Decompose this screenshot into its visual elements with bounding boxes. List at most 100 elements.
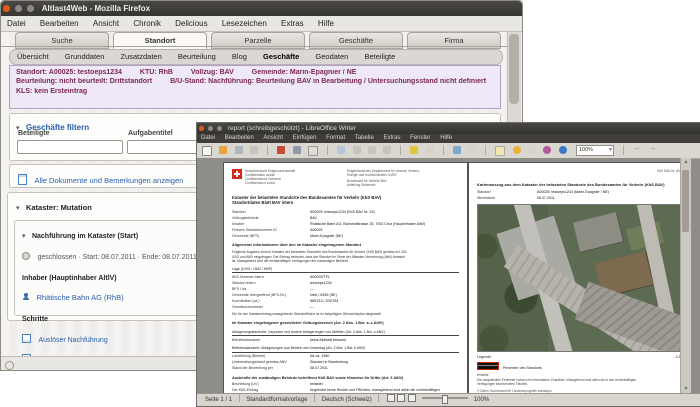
menu-tabelle[interactable]: Tabelle	[355, 135, 374, 141]
writer-titlebar[interactable]: report (schreibgeschützt) - LibreOffice …	[197, 123, 700, 134]
open-icon[interactable]	[219, 146, 228, 154]
zoom-slider-knob[interactable]	[442, 394, 449, 404]
nachfuehrung-header[interactable]: Nachführung im Kataster (Start)	[32, 233, 138, 240]
menu-datei[interactable]: Datei	[7, 19, 26, 28]
paragraph-style[interactable]: Standardformatvorlage	[246, 397, 307, 403]
toolbar-separator	[327, 145, 329, 155]
page-indicator[interactable]: Seite 1 / 1	[205, 397, 232, 403]
writer-scrollbar[interactable]: ▲ ▼	[680, 158, 691, 393]
menu-ansicht[interactable]: Ansicht	[263, 135, 283, 141]
all-documents-link[interactable]: Alle Dokumente und Bemerkungen anzeigen	[34, 176, 183, 185]
pdf-export-icon[interactable]	[277, 146, 286, 154]
scroll-up-icon[interactable]: ▲	[681, 159, 691, 165]
inhaber-link[interactable]: Rhätische Bahn AG (RhB)	[36, 293, 123, 302]
statusbar-separator	[238, 394, 240, 402]
menu-format[interactable]: Format	[326, 135, 345, 141]
print-preview-icon[interactable]	[308, 146, 319, 156]
subsection-title: Lage (LV03 / LN02 / KBP)	[232, 267, 459, 274]
cut-icon[interactable]	[352, 146, 361, 154]
menu-hilfe[interactable]: Hilfe	[318, 19, 334, 28]
zoom-icon[interactable]	[558, 146, 567, 154]
previous-page-icon[interactable]: ←	[634, 145, 641, 152]
single-page-view-icon[interactable]	[386, 394, 395, 402]
scrollbar-thumb[interactable]	[509, 34, 519, 104]
gallery-icon[interactable]	[527, 146, 536, 154]
maximize-icon[interactable]	[26, 5, 34, 12]
menu-extras[interactable]: Extras	[383, 135, 400, 141]
subsection-title: Ablagerungsstandorte: Deponien und ander…	[232, 330, 459, 337]
subtab-grunddaten[interactable]: Grunddaten	[65, 52, 105, 61]
spellcheck-icon[interactable]	[337, 146, 346, 154]
close-icon[interactable]	[2, 5, 10, 12]
menu-lesezeichen[interactable]: Lesezeichen	[222, 19, 267, 28]
zoom-slider[interactable]	[422, 394, 469, 404]
beteiligte-input[interactable]	[17, 140, 123, 154]
find-replace-icon[interactable]	[495, 146, 506, 156]
menu-ansicht[interactable]: Ansicht	[93, 19, 119, 28]
menu-chronik[interactable]: Chronik	[133, 19, 161, 28]
save-icon[interactable]	[234, 146, 243, 154]
menu-hilfe[interactable]: Hilfe	[440, 135, 452, 141]
draw-functions-icon[interactable]	[468, 146, 477, 154]
datasources-icon[interactable]	[543, 146, 552, 154]
minimize-icon[interactable]	[207, 126, 213, 131]
maximize-icon[interactable]	[217, 126, 223, 131]
menu-fenster[interactable]: Fenster	[410, 135, 430, 141]
subsection-title: Betriebsstandorte: Ablagerungen aus Betr…	[232, 346, 459, 353]
person-icon	[22, 293, 29, 301]
zoom-percent[interactable]: 100%	[474, 397, 489, 403]
subtab-zusatzdaten[interactable]: Zusatzdaten	[121, 52, 162, 61]
new-document-icon[interactable]	[202, 146, 212, 156]
table-row: Gemeinde übergreifend (BFS-Nr.) Nein / 64…	[232, 292, 337, 297]
language-indicator[interactable]: Deutsch (Schweiz)	[322, 397, 372, 403]
menu-delicious[interactable]: Delicious	[175, 19, 207, 28]
copy-icon[interactable]	[367, 146, 376, 154]
print-icon[interactable]	[292, 146, 301, 154]
minimize-icon[interactable]	[14, 5, 22, 12]
collapse-icon[interactable]: ▾	[16, 205, 20, 212]
next-page-icon[interactable]: →	[649, 145, 656, 152]
task-icon	[22, 333, 31, 343]
zoom-value: 100%	[578, 147, 593, 153]
collapse-icon[interactable]: ▾	[22, 233, 26, 240]
subtab-uebersicht[interactable]: Übersicht	[17, 52, 49, 61]
book-view-icon[interactable]	[407, 394, 416, 402]
scrollbar-thumb[interactable]	[682, 170, 689, 232]
subtab-beurteilung[interactable]: Beurteilung	[178, 52, 216, 61]
firefox-menubar: Datei Bearbeiten Ansicht Chronik Delicio…	[1, 16, 522, 32]
table-row: Betriebsstandorte keine Aktivität bekannt	[232, 337, 346, 342]
writer-statusbar: Seite 1 / 1 Standardformatvorlage Deutsc…	[197, 393, 700, 406]
close-icon[interactable]	[198, 126, 204, 131]
menu-bearbeiten[interactable]: Bearbeiten	[225, 135, 254, 141]
kataster-header[interactable]: Kataster: Mutation	[26, 203, 92, 212]
info-gemeinde: Gemeinde: Marin-Epagnier / NE	[251, 68, 357, 76]
section-title: Auskünfte der zuständigen Behörde betref…	[232, 375, 404, 380]
aufgabentitel-label: Aufgabentitel	[128, 130, 173, 137]
scroll-down-icon[interactable]: ▼	[681, 386, 691, 392]
report-subtitle: Standortdaten Blatt BAV intern	[232, 200, 294, 206]
info-ktu: KTU: RhB	[139, 68, 173, 76]
aerial-photo: N	[477, 204, 689, 353]
paste-icon[interactable]	[383, 146, 392, 154]
subtab-geschaefte[interactable]: Geschäfte	[263, 52, 299, 61]
redo-icon[interactable]	[425, 146, 434, 154]
document-icon	[18, 174, 27, 185]
firefox-titlebar[interactable]: Altlast4Web - Mozilla Firefox	[1, 1, 522, 16]
email-icon[interactable]	[250, 146, 259, 154]
navigator-icon[interactable]	[512, 146, 521, 154]
menu-datei[interactable]: Datei	[201, 135, 215, 141]
table-icon[interactable]	[452, 146, 461, 154]
zoom-combobox[interactable]: 100% ▾	[575, 145, 614, 156]
undo-icon[interactable]	[410, 146, 419, 154]
info-kls: KLS: kein Ersteintrag	[16, 87, 88, 95]
step-ausloeser-link[interactable]: Auslöser Nachführung	[38, 337, 107, 344]
multi-page-view-icon[interactable]	[397, 394, 406, 402]
menu-bearbeiten[interactable]: Bearbeiten	[40, 19, 79, 28]
subtab-geodaten[interactable]: Geodaten	[315, 52, 348, 61]
menu-extras[interactable]: Extras	[281, 19, 304, 28]
nachfuehrung-status: geschlossen · Start: 08.07.2011 · Ende: …	[37, 253, 197, 261]
subtab-blog[interactable]: Blog	[232, 52, 247, 61]
table-row: Landfüllung (Betrieb) bis ca. 1950	[232, 353, 330, 358]
subtab-beteiligte[interactable]: Beteiligte	[364, 52, 395, 61]
menu-einfuegen[interactable]: Einfügen	[293, 135, 317, 141]
